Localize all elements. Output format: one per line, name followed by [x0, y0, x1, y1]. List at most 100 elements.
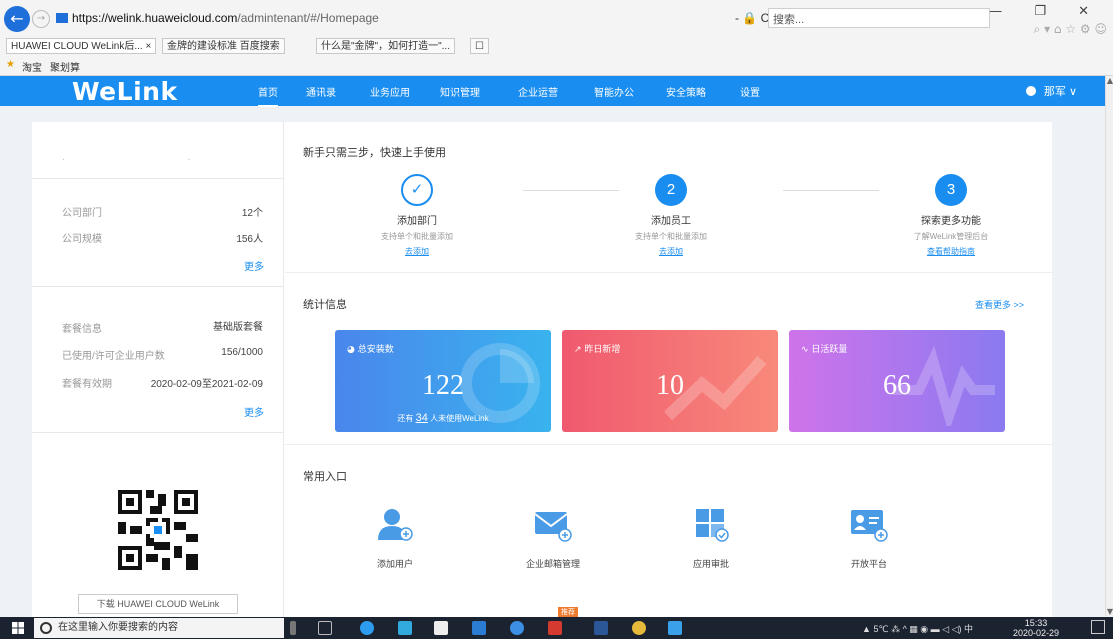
stat-card-daily-active[interactable]: ∿ 日活跃量 66 [789, 330, 1005, 432]
plan-period-label: 套餐有效期 [62, 379, 112, 390]
stat-card-installs[interactable]: ◕ 总安装数 122 还有 34 人未使用WeLink [335, 330, 551, 432]
step-explore: 3 探索更多功能 了解WeLink管理后台 查看帮助指南 [881, 174, 1021, 257]
entry-label: 开放平台 [850, 559, 887, 569]
app-header: WeLink 首页 通讯录 业务应用 知识管理 企业运营 智能办公 安全策略 设… [0, 76, 1105, 107]
divider [32, 286, 284, 287]
entry-mail-admin[interactable]: 企业邮箱管理 [503, 508, 603, 570]
mic-icon[interactable] [290, 621, 296, 635]
app-icon[interactable] [632, 621, 646, 635]
tab-welink[interactable]: HUAWEI CLOUD WeLink后... × [6, 38, 157, 54]
add-dept-link[interactable]: 去添加 [347, 246, 487, 257]
add-staff-link[interactable]: 去添加 [601, 246, 741, 257]
task-view-icon[interactable] [318, 621, 332, 635]
nav-knowledge[interactable]: 知识管理 [440, 84, 480, 99]
nav-business-apps[interactable]: 业务应用 [370, 84, 410, 99]
url-path: /admintenant/#/Homepage [237, 11, 379, 25]
ie-icon[interactable] [510, 621, 524, 635]
company-size-label: 公司规模 [62, 234, 102, 245]
step-number-2-icon: 2 [655, 174, 687, 206]
nav-operations[interactable]: 企业运营 [518, 84, 558, 99]
step-add-staff: 2 添加员工 支持单个和批量添加 去添加 [601, 174, 741, 257]
divider [285, 272, 1052, 273]
entry-label: 企业邮箱管理 [525, 559, 580, 569]
word-icon[interactable] [594, 621, 608, 635]
common-entries-title: 常用入口 [303, 471, 347, 483]
dept-value: 12个 [241, 208, 263, 219]
stat-value: 10 [656, 370, 684, 401]
entry-add-user[interactable]: 添加用户 [345, 508, 445, 570]
entry-open-platform[interactable]: 开放平台 [819, 508, 919, 570]
tab-baidu-search[interactable]: 金牌的建设标准 百度搜索 [162, 38, 285, 54]
clock-time: 15:33 [1024, 618, 1048, 628]
new-tab-button[interactable]: ☐ [470, 38, 489, 54]
divider [32, 178, 284, 179]
help-guide-link[interactable]: 查看帮助指南 [881, 246, 1021, 257]
taskbar-clock[interactable]: 15:33 2020-02-29 [1013, 618, 1059, 638]
step-desc: 支持单个和批量添加 [635, 232, 707, 241]
welink-app-icon[interactable] [668, 621, 682, 635]
nav-settings[interactable]: 设置 [740, 84, 760, 99]
favorite-juhuasuan[interactable]: 聚划算 [50, 59, 80, 74]
address-controls[interactable]: - 🔒 C [735, 11, 769, 25]
divider [285, 444, 1052, 445]
company-more-link[interactable]: 更多 [244, 258, 264, 273]
clock-date: 2020-02-29 [1012, 628, 1059, 638]
scroll-up-icon[interactable]: ▲ [1106, 76, 1113, 85]
nav-security-policy[interactable]: 安全策略 [666, 84, 706, 99]
cortana-icon [40, 622, 52, 634]
page-scrollbar[interactable]: ▲ ▼ [1105, 76, 1113, 616]
browser-toolbar-icons[interactable]: ⌕ ▾ ⌂ ☆ ⚙ ☺ [1034, 22, 1107, 37]
nav-smart-office[interactable]: 智能办公 [594, 84, 634, 99]
company-name: . . [62, 152, 251, 163]
check-icon: ✓ [401, 174, 433, 206]
windows-taskbar: 在这里输入你要搜索的内容 推荐 ▲ 5℃ ⁂ ^ ▦ ◉ ▬ ◁ ◁) 中 15… [0, 607, 1113, 639]
step-desc: 了解WeLink管理后台 [913, 232, 989, 241]
nav-contacts[interactable]: 通讯录 [306, 84, 336, 99]
taskbar-search-placeholder: 在这里输入你要搜索的内容 [58, 622, 178, 633]
plan-label: 套餐信息 [62, 324, 102, 335]
company-size-value: 156人 [236, 234, 263, 245]
stat-card-new-yesterday[interactable]: ↗ 昨日新增 10 [562, 330, 778, 432]
mail-app-icon[interactable] [472, 621, 486, 635]
stats-more-link[interactable]: 查看更多 >> [975, 298, 1024, 311]
activity-icon: ∿ [801, 345, 812, 355]
favorite-taobao[interactable]: 淘宝 [22, 59, 42, 74]
company-info-panel: . . 公司部门 12个 公司规模 156人 更多 套餐信息 基础版套餐 已使用… [32, 122, 284, 617]
entry-label: 添加用户 [376, 559, 413, 569]
stat-label: ◕ 总安装数 [347, 344, 394, 355]
back-button[interactable]: ← [4, 6, 30, 32]
address-bar[interactable]: https://welink.huaweicloud.com/admintena… [56, 11, 379, 25]
entry-app-approval[interactable]: 应用审批 [661, 508, 761, 570]
tab-bar: HUAWEI CLOUD WeLink后... × 金牌的建设标准 百度搜索 什… [0, 36, 1113, 56]
system-tray[interactable]: ▲ 5℃ ⁂ ^ ▦ ◉ ▬ ◁ ◁) 中 [862, 622, 973, 635]
notification-center-icon[interactable] [1091, 620, 1105, 634]
welink-logo[interactable]: WeLink [72, 77, 178, 106]
licensed-users-value: 156/1000 [221, 347, 263, 358]
browser-search-input[interactable]: 搜索... [768, 8, 990, 28]
store-icon[interactable] [398, 621, 412, 635]
divider [32, 432, 284, 433]
file-explorer-icon[interactable] [434, 621, 448, 635]
stat-label: ↗ 昨日新增 [574, 344, 621, 355]
pdf-reader-icon[interactable] [548, 621, 562, 635]
scroll-down-icon[interactable]: ▼ [1106, 607, 1113, 616]
step-title: 探索更多功能 [921, 216, 981, 227]
site-favicon-icon [56, 13, 68, 23]
user-menu[interactable]: 那军 ∨ [1025, 83, 1077, 99]
tab-gold-article[interactable]: 什么是"金牌"，如何打造一"... [316, 38, 455, 54]
dashboard-panel: . . 公司部门 12个 公司规模 156人 更多 套餐信息 基础版套餐 已使用… [32, 122, 1052, 617]
edge-icon[interactable] [360, 621, 374, 635]
nav-home[interactable]: 首页 [258, 84, 278, 107]
address-row: ← → https://welink.huaweicloud.com/admin… [0, 0, 1113, 36]
forward-button[interactable]: → [32, 10, 50, 28]
step-title: 添加部门 [397, 216, 437, 227]
step-connector [783, 190, 879, 191]
step-number-3-icon: 3 [935, 174, 967, 206]
plan-more-link[interactable]: 更多 [244, 404, 264, 419]
window-controls[interactable]: — ❐ ✕ [989, 4, 1103, 19]
step-title: 添加员工 [651, 216, 691, 227]
download-welink-button[interactable]: 下载 HUAWEI CLOUD WeLink [78, 594, 238, 614]
favorites-bar: ★ 淘宝 聚划算 [0, 56, 1113, 74]
windows-start-icon[interactable] [12, 622, 24, 634]
taskbar-search-input[interactable]: 在这里输入你要搜索的内容 [34, 618, 284, 638]
